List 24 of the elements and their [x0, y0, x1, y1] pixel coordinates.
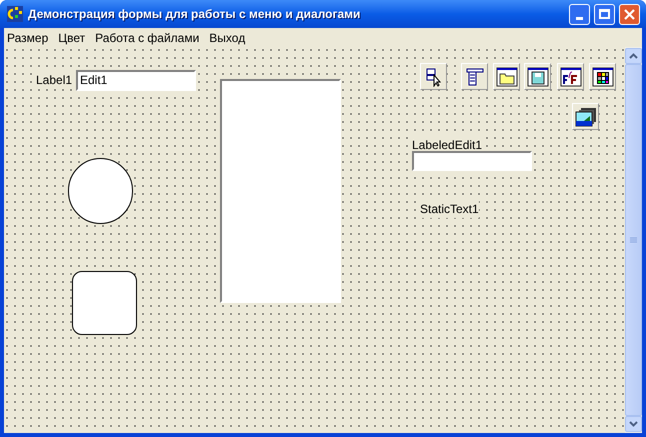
menu-item[interactable]: Выход	[209, 28, 246, 46]
close-button[interactable]	[619, 4, 640, 24]
folder-icon[interactable]	[493, 63, 520, 90]
rounded-square-shape	[72, 271, 137, 335]
popup-menu-icon[interactable]	[461, 63, 488, 90]
scroll-up-button[interactable]	[625, 48, 642, 64]
menu-item[interactable]: Цвет	[58, 28, 86, 46]
font-icon[interactable]	[557, 63, 584, 90]
static-text: StaticText1	[420, 200, 479, 218]
maximize-button[interactable]	[594, 4, 615, 24]
memo-box[interactable]	[220, 79, 341, 303]
menu-component-icon[interactable]	[420, 63, 447, 90]
scroll-down-button[interactable]	[625, 416, 642, 432]
app-icon	[6, 5, 24, 23]
text-field[interactable]: Edit1	[76, 70, 196, 91]
grip-icon	[630, 236, 637, 244]
minimize-button[interactable]	[569, 4, 590, 24]
image-list-icon[interactable]	[572, 103, 599, 130]
window-title: Демонстрация формы для работы с меню и диалогами	[28, 6, 362, 23]
text-field[interactable]	[412, 151, 532, 171]
menu-item[interactable]: Работа с файлами	[95, 28, 200, 46]
menu-item[interactable]: Размер	[7, 28, 48, 46]
close-icon	[624, 8, 635, 20]
color-palette-icon[interactable]	[589, 63, 616, 90]
